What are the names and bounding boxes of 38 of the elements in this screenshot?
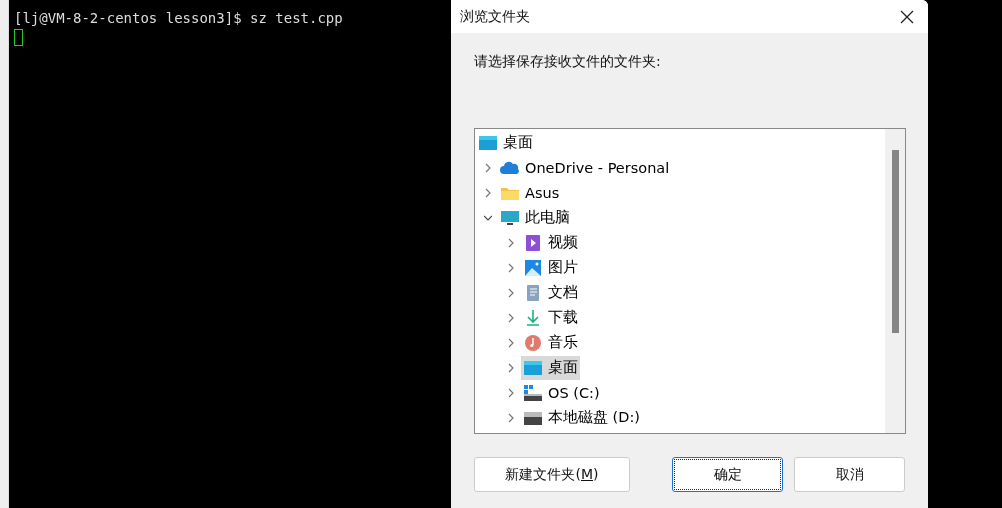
tree-item[interactable]: 桌面 (521, 355, 580, 380)
tree-item[interactable]: 音乐 (521, 330, 580, 355)
tree-item[interactable]: 视频 (521, 230, 580, 255)
terminal-cursor (14, 29, 23, 46)
dialog-button[interactable]: 取消 (794, 457, 905, 492)
chevron-icon[interactable] (507, 312, 515, 323)
dialog-button[interactable]: 新建文件夹(M) (474, 457, 630, 492)
dialog-title: 浏览文件夹 (460, 7, 530, 26)
chevron-icon[interactable] (507, 362, 515, 373)
dialog-button[interactable]: 确定 (672, 457, 783, 492)
chevron-icon[interactable] (484, 162, 492, 173)
tree-item[interactable]: 本地磁盘 (D:) (521, 405, 642, 430)
tree-item[interactable]: 桌面 (476, 130, 535, 155)
tree-item[interactable]: 下载 (521, 305, 580, 330)
chevron-icon[interactable] (507, 262, 515, 273)
scrollbar-thumb[interactable] (891, 150, 899, 333)
chevron-icon[interactable] (484, 187, 492, 198)
tree-item[interactable]: OneDrive - Personal (498, 155, 672, 180)
tree-item[interactable]: Asus (498, 180, 562, 205)
tree-item[interactable]: 此电脑 (498, 205, 572, 230)
desktop-icon (478, 133, 498, 152)
monitor-icon (500, 208, 520, 227)
desktop-icon (523, 358, 543, 377)
music-icon (523, 333, 543, 352)
dialog-prompt: 请选择保存接收文件的文件夹: (474, 53, 662, 71)
chevron-icon[interactable] (507, 237, 515, 248)
chevron-icon[interactable] (507, 412, 515, 423)
os-drive-icon (523, 383, 543, 402)
chevron-icon[interactable] (507, 387, 515, 398)
tree-item[interactable]: 图片 (521, 255, 580, 280)
close-icon[interactable] (900, 9, 914, 24)
video-icon (523, 233, 543, 252)
pictures-icon (523, 258, 543, 277)
tree-item[interactable]: 文档 (521, 280, 580, 305)
chevron-icon[interactable] (507, 287, 515, 298)
tree-item[interactable]: OS (C:) (521, 380, 602, 405)
chevron-icon[interactable] (507, 337, 515, 348)
terminal-line: [lj@VM-8-2-centos lesson3]$ sz test.cpp (14, 9, 343, 28)
